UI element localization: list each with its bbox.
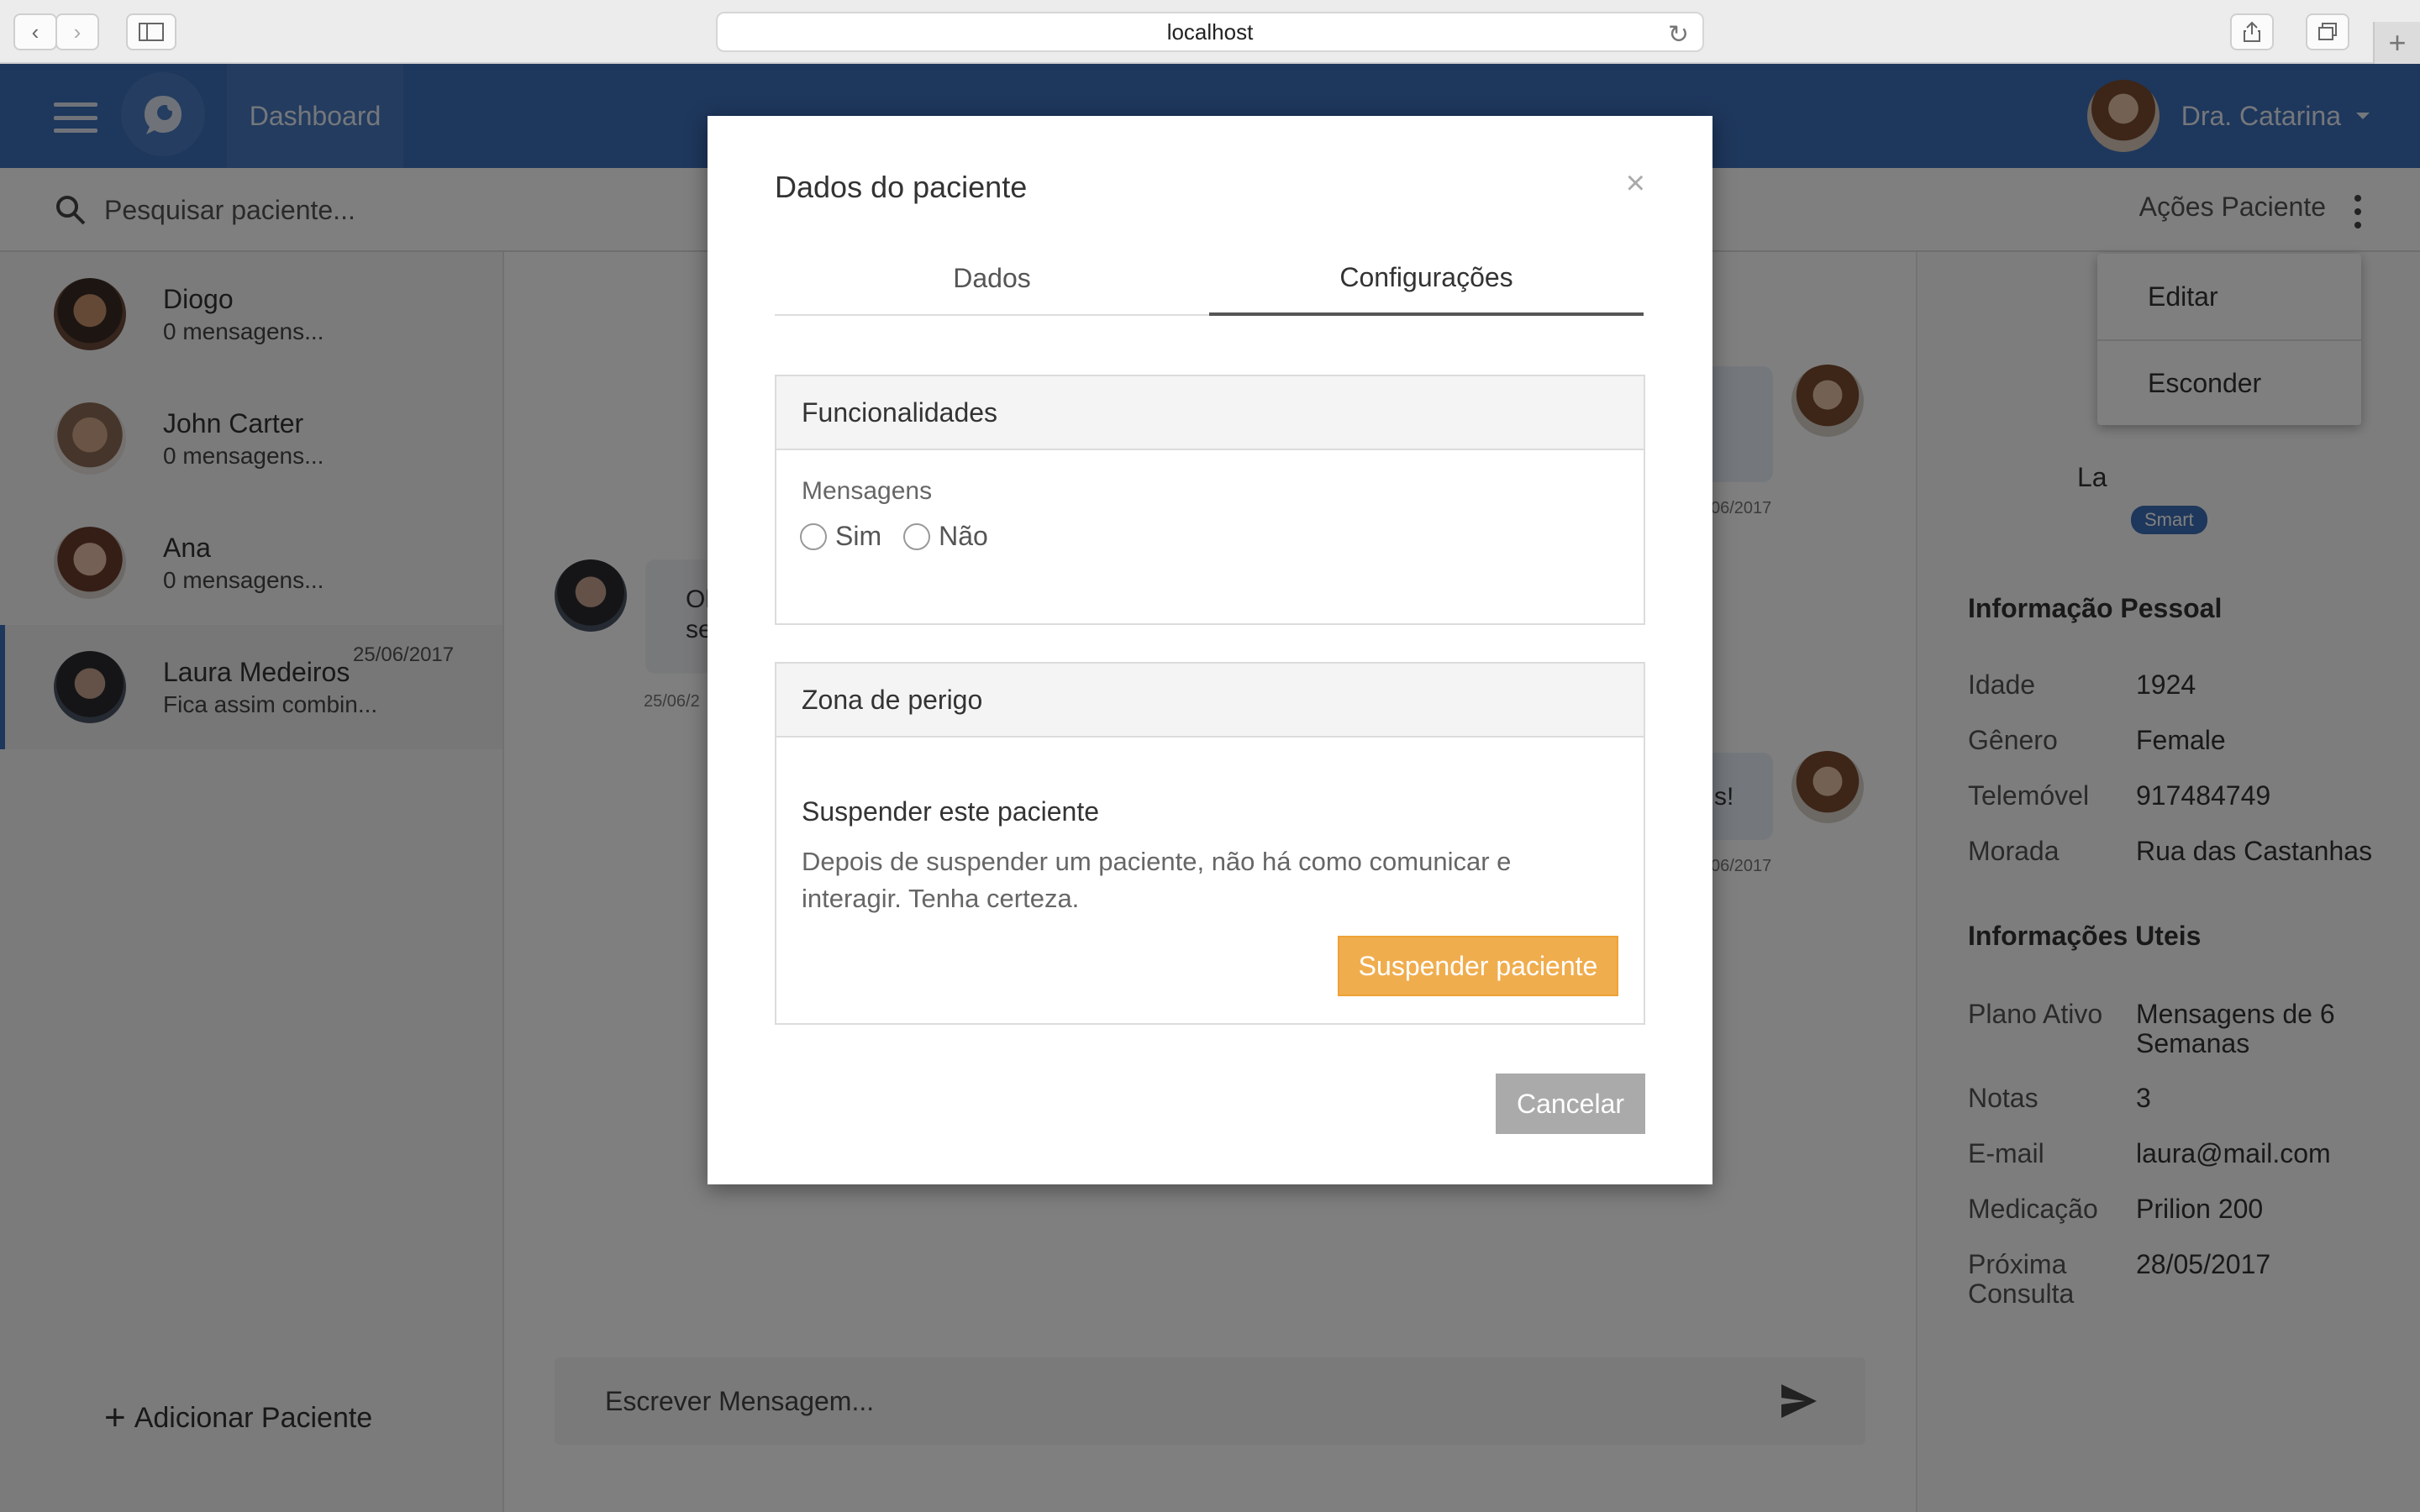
radio-yes-label[interactable]: Sim — [835, 521, 881, 552]
reload-icon[interactable]: ↻ — [1668, 20, 1689, 50]
suspend-patient-button[interactable]: Suspender paciente — [1338, 936, 1618, 996]
address-bar[interactable]: localhost ↻ — [716, 12, 1704, 52]
messages-label: Mensagens — [802, 477, 933, 505]
radio-no-label[interactable]: Não — [939, 521, 988, 552]
close-icon[interactable]: × — [1626, 166, 1645, 200]
danger-zone-card: Zona de perigo Suspender este paciente D… — [775, 662, 1645, 1025]
modal-title: Dados do paciente — [775, 170, 1028, 204]
back-icon[interactable]: ‹ — [13, 13, 57, 50]
patient-data-modal: Dados do paciente × Dados Configurações … — [708, 116, 1712, 1184]
tab-data[interactable]: Dados — [775, 242, 1209, 314]
modal-tabs: Dados Configurações — [775, 242, 1644, 316]
messages-radio-group: Sim Não — [800, 521, 1010, 552]
cancel-button[interactable]: Cancelar — [1496, 1074, 1645, 1134]
suspend-title: Suspender este paciente — [802, 796, 1100, 827]
sidebar-toggle-icon[interactable] — [126, 13, 176, 50]
radio-yes[interactable] — [800, 522, 827, 550]
url-text: localhost — [1166, 18, 1254, 45]
new-tab-icon[interactable]: + — [2373, 22, 2420, 64]
danger-zone-heading: Zona de perigo — [776, 664, 1644, 738]
browser-toolbar: ‹ › localhost ↻ + — [0, 0, 2420, 64]
suspend-description: Depois de suspender um paciente, não há … — [802, 847, 1512, 913]
features-heading: Funcionalidades — [776, 376, 1644, 450]
features-card: Funcionalidades Mensagens Sim Não — [775, 375, 1645, 625]
tabs-overview-icon[interactable] — [2306, 13, 2349, 50]
radio-no[interactable] — [903, 522, 931, 550]
share-icon[interactable] — [2230, 13, 2274, 50]
tab-settings[interactable]: Configurações — [1209, 242, 1644, 316]
forward-icon[interactable]: › — [55, 13, 99, 50]
